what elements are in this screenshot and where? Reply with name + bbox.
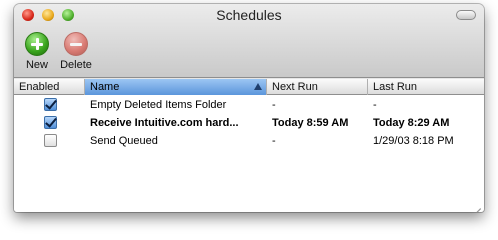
toolbar-toggle-button[interactable]	[456, 10, 476, 20]
checkmark-icon	[45, 115, 57, 128]
enabled-checkbox[interactable]	[44, 115, 57, 129]
table-row[interactable]: Empty Deleted Items Folder - -	[14, 96, 484, 114]
table-header: Enabled Name Next Run Last Run	[14, 79, 484, 95]
column-header-name-label: Name	[90, 81, 120, 93]
row-name: Receive Intuitive.com hard...	[90, 117, 239, 129]
new-label: New	[25, 59, 48, 71]
enabled-checkbox[interactable]	[44, 97, 57, 111]
new-button[interactable]: New	[22, 32, 52, 71]
column-header-name[interactable]: Name	[85, 79, 267, 95]
column-header-enabled[interactable]: Enabled	[14, 79, 85, 95]
delete-button[interactable]: Delete	[54, 32, 98, 71]
row-last-run: 1/29/03 8:18 PM	[373, 135, 454, 147]
table-row[interactable]: Receive Intuitive.com hard... Today 8:59…	[14, 114, 484, 132]
row-next-run: -	[272, 135, 276, 147]
toolbar: Schedules New Delete	[14, 4, 484, 78]
checkmark-icon	[45, 97, 57, 110]
row-last-run: Today 8:29 AM	[373, 117, 450, 129]
minus-icon	[64, 32, 88, 56]
row-last-run: -	[373, 99, 377, 111]
row-next-run: Today 8:59 AM	[272, 117, 349, 129]
schedules-window: Schedules New Delete Enabled Name Next R…	[14, 4, 484, 212]
delete-label: Delete	[60, 59, 92, 71]
schedules-table: Enabled Name Next Run Last Run Empty Del…	[14, 79, 484, 212]
window-title: Schedules	[216, 7, 282, 23]
resize-grip-icon[interactable]	[471, 199, 481, 212]
column-header-next-run[interactable]: Next Run	[267, 79, 368, 95]
enabled-checkbox[interactable]	[44, 134, 57, 147]
row-name: Send Queued	[90, 135, 158, 147]
plus-icon	[25, 32, 49, 56]
sort-ascending-icon	[254, 83, 262, 90]
row-next-run: -	[272, 99, 276, 111]
table-row[interactable]: Send Queued - 1/29/03 8:18 PM	[14, 132, 484, 150]
row-name: Empty Deleted Items Folder	[90, 99, 227, 111]
column-header-last-run[interactable]: Last Run	[368, 79, 484, 95]
